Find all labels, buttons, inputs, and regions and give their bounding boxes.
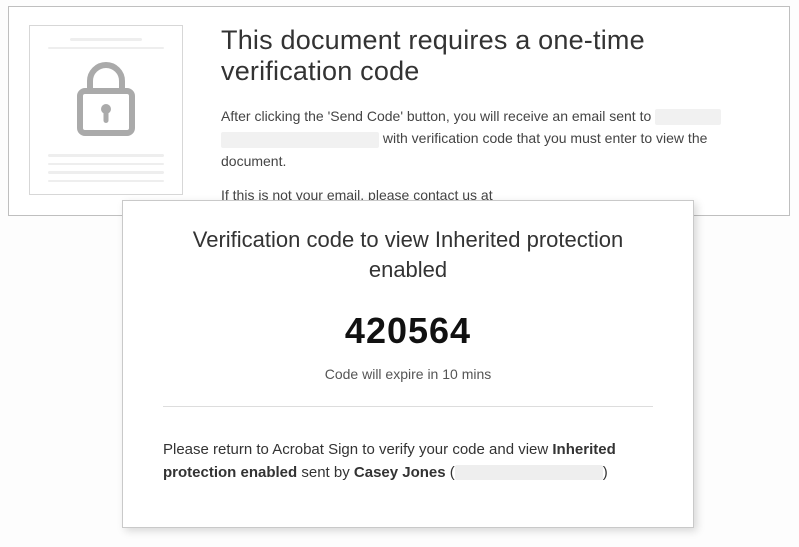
lock-icon — [70, 61, 142, 142]
return-text-a: Please return to Acrobat Sign to verify … — [163, 441, 552, 458]
instruction-text-1: After clicking the 'Send Code' button, y… — [221, 105, 765, 172]
redacted-email-part-1 — [655, 109, 721, 125]
redacted-email-part-2 — [221, 132, 379, 148]
open-paren: ( — [446, 464, 455, 481]
return-instruction: Please return to Acrobat Sign to verify … — [163, 439, 653, 484]
page-title: This document requires a one-time verifi… — [221, 25, 765, 87]
divider — [163, 406, 653, 407]
instruction-part-a: After clicking the 'Send Code' button, y… — [221, 108, 655, 124]
verification-email-card: Verification code to view Inherited prot… — [122, 200, 694, 528]
email-title: Verification code to view Inherited prot… — [163, 225, 653, 284]
close-paren: ) — [603, 464, 608, 481]
verification-code: 420564 — [163, 310, 653, 352]
verification-panel: This document requires a one-time verifi… — [8, 6, 790, 216]
sender-name: Casey Jones — [354, 464, 446, 481]
document-thumbnail — [29, 25, 183, 195]
sent-by-label: sent by — [297, 464, 354, 481]
redacted-sender-email — [455, 465, 603, 480]
expiration-text: Code will expire in 10 mins — [163, 366, 653, 382]
verification-content: This document requires a one-time verifi… — [221, 25, 765, 197]
